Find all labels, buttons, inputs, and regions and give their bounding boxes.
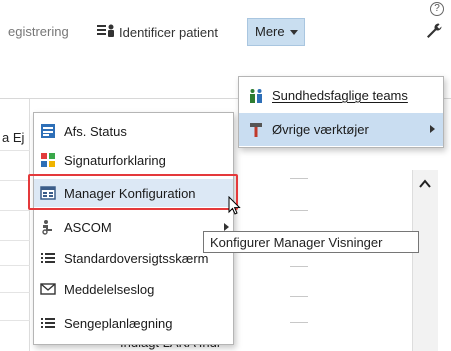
list-icon (40, 250, 56, 266)
help-icon[interactable]: ? (430, 2, 444, 16)
menu-item-label: ASCOM (64, 219, 112, 235)
signature-legend-icon (40, 152, 56, 168)
submenu-arrow-icon (430, 125, 435, 133)
menu-item-sengeplanlaegning[interactable]: Sengeplanlægning (34, 309, 233, 337)
menu-item-label: Øvrige værktøjer (272, 122, 369, 137)
identificer-patient-label: Identificer patient (119, 25, 219, 40)
grid-row-line (0, 240, 30, 241)
mere-menu-button[interactable]: Mere (247, 18, 305, 46)
grid-column-header-fragment: a Ej (2, 130, 25, 145)
menu-item-label: Meddelelseslog (64, 281, 155, 297)
grid-cell-dash (290, 322, 308, 323)
tooltip: Konfigurer Manager Visninger (203, 231, 419, 253)
mouse-cursor-icon (228, 195, 242, 216)
grid-row-line (0, 320, 30, 321)
mere-label: Mere (255, 24, 285, 39)
tools-icon (248, 122, 264, 138)
grid-row-line (0, 265, 30, 266)
vertical-scrollbar[interactable] (412, 170, 438, 351)
menu-item-label: Afs. Status (64, 123, 127, 139)
grid-cell-dash (290, 178, 308, 179)
menu-item-oevrige-vaerktoejer[interactable]: Øvrige værktøjer (239, 113, 443, 146)
grid-row-line (0, 150, 30, 151)
status-list-icon (40, 123, 56, 139)
menu-item-label: Sengeplanlægning (64, 315, 173, 331)
grid-row-line (0, 180, 30, 181)
menu-item-signaturforklaring[interactable]: Signaturforklaring (34, 146, 233, 174)
teams-icon (248, 88, 264, 104)
identificer-patient-button[interactable]: Identificer patient (97, 24, 218, 41)
menu-item-label: Sundhedsfaglige teams (272, 88, 408, 103)
mere-submenu: Sundhedsfaglige teams Øvrige værktøjer (238, 76, 444, 148)
menu-item-label: Signaturforklaring (64, 152, 166, 168)
grid-cell-dash (290, 210, 308, 211)
grid-row-line (0, 210, 30, 211)
grid-row-line (0, 292, 30, 293)
menu-item-meddelelseslog[interactable]: Meddelelseslog (34, 275, 233, 303)
menu-item-sundhedsfaglige-teams[interactable]: Sundhedsfaglige teams (239, 79, 443, 112)
menu-item-label: Standardoversigtsskærm (64, 250, 209, 266)
highlight-annotation (28, 174, 238, 210)
menu-item-afs-status[interactable]: Afs. Status (34, 117, 233, 145)
list-icon (40, 315, 56, 331)
patient-card-icon (97, 24, 115, 41)
chevron-down-icon (289, 30, 298, 36)
ascom-icon (40, 219, 56, 235)
message-icon (40, 281, 56, 297)
registrering-button[interactable]: egistrering (8, 24, 69, 39)
wrench-icon[interactable] (425, 22, 443, 40)
submenu-arrow-icon (224, 223, 229, 231)
mere-dropdown-menu: Afs. Status Signaturforklaring Manager K… (33, 112, 234, 345)
grid-cell-dash (290, 266, 308, 267)
grid-cell-dash (290, 296, 308, 297)
scroll-up-icon[interactable] (412, 176, 438, 192)
